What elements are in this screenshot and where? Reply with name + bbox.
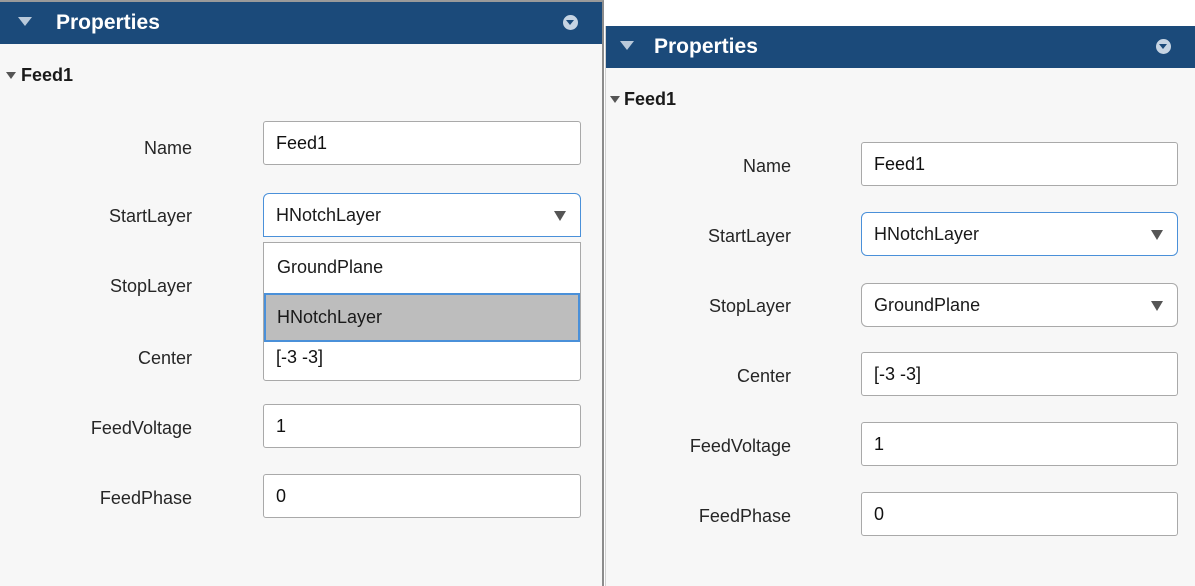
properties-panel-right: Properties Feed1 Name Feed1 StartLayer H…	[605, 26, 1195, 586]
feed-voltage-label: FeedVoltage	[90, 418, 192, 438]
feed-phase-field[interactable]: 0	[861, 492, 1178, 536]
center-field[interactable]: [-3 -3]	[861, 352, 1178, 396]
stop-layer-dropdown[interactable]: GroundPlane	[861, 283, 1178, 327]
start-layer-label: StartLayer	[108, 206, 192, 226]
panel-menu-icon[interactable]	[1156, 39, 1171, 54]
option-groundplane[interactable]: GroundPlane	[264, 243, 580, 292]
start-layer-value: HNotchLayer	[874, 224, 980, 244]
feed-voltage-field[interactable]: 1	[861, 422, 1178, 466]
start-layer-dropdown[interactable]: HNotchLayer	[861, 212, 1178, 256]
dropdown-caret-icon[interactable]	[554, 211, 566, 221]
collapse-triangle-icon[interactable]	[18, 17, 32, 26]
panel-title: Properties	[654, 35, 758, 58]
name-field[interactable]: Feed1	[861, 142, 1178, 186]
feed-phase-label: FeedPhase	[99, 488, 192, 508]
stop-layer-label: StopLayer	[109, 276, 192, 296]
name-label: Name	[143, 138, 192, 158]
panel-titlebar: Properties	[0, 2, 602, 44]
start-layer-dropdown[interactable]: HNotchLayer	[263, 193, 581, 237]
collapse-triangle-icon[interactable]	[620, 41, 634, 50]
feed-phase-label: FeedPhase	[698, 506, 791, 526]
name-label: Name	[742, 156, 791, 176]
name-field[interactable]: Feed1	[263, 121, 581, 165]
panel-titlebar: Properties	[606, 26, 1195, 68]
feed-voltage-field[interactable]: 1	[263, 404, 581, 448]
panel-menu-icon[interactable]	[563, 15, 578, 30]
start-layer-value: HNotchLayer	[276, 205, 382, 225]
section-collapse-icon[interactable]	[6, 72, 16, 79]
section-collapse-icon[interactable]	[610, 96, 620, 103]
section-title: Feed1	[624, 89, 677, 109]
dropdown-caret-icon[interactable]	[1151, 230, 1163, 240]
center-label: Center	[137, 348, 192, 368]
feed-voltage-label: FeedVoltage	[689, 436, 791, 456]
option-hnotchlayer-selected[interactable]: HNotchLayer	[264, 293, 580, 342]
properties-panel-left: Properties Feed1 Name Feed1 StartLayer H…	[0, 0, 604, 586]
dropdown-caret-icon[interactable]	[1151, 301, 1163, 311]
start-layer-options-list: GroundPlane HNotchLayer	[263, 242, 581, 342]
stop-layer-label: StopLayer	[708, 296, 791, 316]
center-field[interactable]: [-3 -3]	[263, 337, 581, 381]
section-title: Feed1	[21, 65, 74, 85]
center-label: Center	[736, 366, 791, 386]
feed-phase-field[interactable]: 0	[263, 474, 581, 518]
start-layer-label: StartLayer	[707, 226, 791, 246]
panel-title: Properties	[56, 11, 160, 34]
stop-layer-value: GroundPlane	[874, 295, 981, 315]
